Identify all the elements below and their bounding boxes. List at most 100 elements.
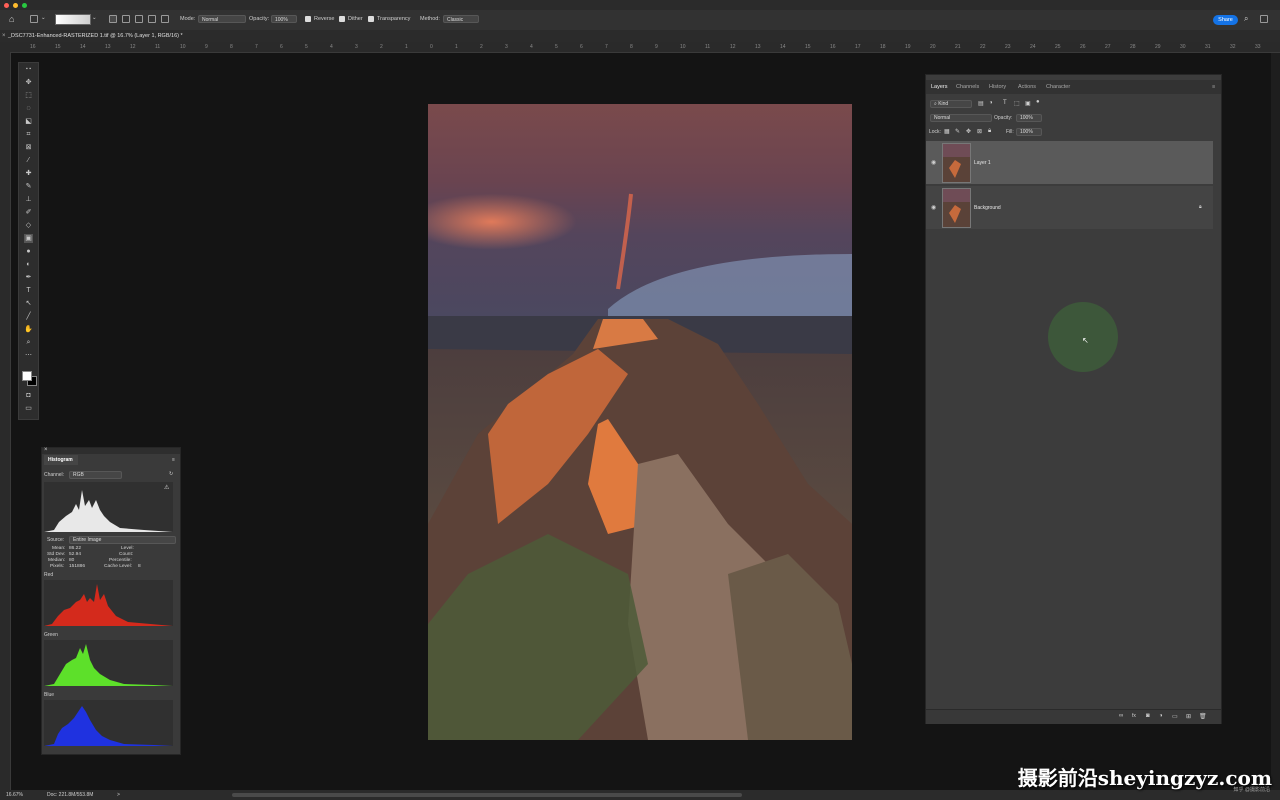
horizontal-scrollbar[interactable]	[232, 793, 742, 797]
lock-artboard-icon[interactable]: ⊠	[977, 128, 982, 135]
clone-stamp-tool-icon[interactable]: ⊥	[24, 195, 33, 204]
gradient-tool-icon[interactable]: ▣	[24, 234, 33, 243]
filter-smart-object-icon[interactable]: ▣	[1025, 100, 1031, 107]
share-button[interactable]: Share	[1213, 15, 1238, 25]
brush-tool-icon[interactable]: ✎	[24, 182, 33, 191]
minimize-window-button[interactable]	[13, 3, 18, 8]
reflected-gradient-icon[interactable]	[148, 15, 156, 23]
angle-gradient-icon[interactable]	[135, 15, 143, 23]
watermark-small: 知乎 @摄影前沿	[1233, 787, 1270, 793]
close-panel-icon[interactable]: ×	[44, 447, 48, 453]
mode-label: Mode:	[180, 16, 196, 22]
type-tool-icon[interactable]: T	[24, 286, 33, 295]
document-image[interactable]	[428, 104, 852, 740]
new-layer-icon[interactable]: ⊞	[1186, 713, 1191, 720]
gradient-tool-preset-icon[interactable]	[30, 15, 38, 23]
foreground-color-swatch[interactable]	[22, 371, 32, 381]
lasso-tool-icon[interactable]: ◌	[24, 104, 33, 113]
eye-icon[interactable]: ◉	[931, 159, 936, 166]
mode-select[interactable]: Normal	[198, 15, 246, 23]
lock-image-pixels-icon[interactable]: ✎	[955, 128, 960, 135]
layer-row-background[interactable]: ◉ Background 🔒︎	[926, 186, 1213, 229]
dither-checkbox[interactable]	[339, 16, 345, 22]
layer-name[interactable]: Layer 1	[974, 160, 991, 166]
gradient-picker[interactable]	[55, 14, 91, 25]
layer-thumbnail	[942, 143, 971, 183]
healing-brush-tool-icon[interactable]: ✚	[24, 169, 33, 178]
dodge-tool-icon[interactable]: ◐	[24, 260, 33, 269]
object-selection-tool-icon[interactable]: ⬕	[24, 117, 33, 126]
screen-mode-icon[interactable]: ▭	[24, 404, 33, 413]
document-tab[interactable]: _DSC7731-Enhanced-RASTERIZED 1.tif @ 16.…	[8, 33, 183, 39]
hand-tool-icon[interactable]: ✋	[24, 325, 33, 334]
status-arrow[interactable]: >	[117, 792, 120, 798]
source-select[interactable]: Entire Image	[69, 536, 176, 544]
chevron-down-icon[interactable]: ⌄	[92, 15, 97, 21]
pen-tool-icon[interactable]: ✒	[24, 273, 33, 282]
tab-actions[interactable]: Actions	[1018, 84, 1036, 90]
filter-kind-select[interactable]: ⌕ Kind	[930, 100, 972, 108]
history-brush-tool-icon[interactable]: ✐	[24, 208, 33, 217]
filter-pixel-icon[interactable]: ▤	[978, 100, 984, 107]
ruler-tick-label: 13	[105, 44, 111, 50]
transparency-checkbox[interactable]	[368, 16, 374, 22]
marquee-tool-icon[interactable]: ⬚	[24, 91, 33, 100]
method-select[interactable]: Classic	[443, 15, 479, 23]
more-tools-icon[interactable]: ⋯	[24, 351, 33, 360]
tab-channels[interactable]: Channels	[956, 84, 979, 90]
opacity-field[interactable]: 100%	[271, 15, 297, 23]
blur-tool-icon[interactable]: ●	[24, 247, 33, 256]
tab-history[interactable]: History	[989, 84, 1006, 90]
search-icon[interactable]: ⌕	[1244, 14, 1248, 24]
add-mask-icon[interactable]: ◙	[1146, 713, 1150, 719]
eye-icon[interactable]: ◉	[931, 204, 936, 211]
new-group-icon[interactable]: ▭	[1172, 713, 1178, 720]
move-tool-icon[interactable]: ✥	[24, 78, 33, 87]
home-icon[interactable]: ⌂	[9, 14, 14, 24]
filter-adjustment-icon[interactable]: ◑	[989, 100, 993, 106]
layer-row-layer-1[interactable]: ◉ Layer 1	[926, 141, 1213, 184]
tab-layers[interactable]: Layers	[931, 84, 948, 90]
refresh-icon[interactable]: ↻	[169, 471, 173, 477]
zoom-tool-icon[interactable]: ⌕	[24, 338, 33, 347]
histogram-green	[44, 640, 173, 686]
warning-icon[interactable]: ⚠	[164, 484, 169, 491]
adjustment-layer-icon[interactable]: ◑	[1159, 713, 1163, 719]
tab-character[interactable]: Character	[1046, 84, 1070, 90]
eyedropper-tool-icon[interactable]: ⁄	[24, 156, 33, 165]
blend-mode-select[interactable]: Normal	[930, 114, 992, 122]
panel-menu-icon[interactable]: ≡	[1212, 84, 1215, 90]
filter-type-icon[interactable]: T	[1003, 100, 1007, 106]
layer-name[interactable]: Background	[974, 205, 1001, 211]
eraser-tool-icon[interactable]: ◇	[24, 221, 33, 230]
layer-style-icon[interactable]: fx	[1132, 713, 1136, 719]
workspace-icon[interactable]	[1260, 15, 1268, 23]
diamond-gradient-icon[interactable]	[161, 15, 169, 23]
median-value: 80	[69, 558, 75, 563]
layer-opacity-field[interactable]: 100%	[1016, 114, 1042, 122]
path-selection-tool-icon[interactable]: ↖	[24, 299, 33, 308]
crop-tool-icon[interactable]: ⌗	[24, 130, 33, 139]
fill-field[interactable]: 100%	[1016, 128, 1042, 136]
channel-select[interactable]: RGB	[69, 471, 122, 479]
quick-mask-icon[interactable]: ◘	[24, 391, 33, 400]
reverse-checkbox[interactable]	[305, 16, 311, 22]
lock-position-icon[interactable]: ✥	[966, 128, 971, 135]
radial-gradient-icon[interactable]	[122, 15, 130, 23]
chevron-down-icon[interactable]: ⌄	[41, 15, 46, 21]
link-layers-icon[interactable]: ∞	[1119, 713, 1123, 719]
panel-menu-icon[interactable]: ≡	[172, 457, 175, 463]
line-tool-icon[interactable]: ╱	[24, 312, 33, 321]
linear-gradient-icon[interactable]	[109, 15, 117, 23]
maximize-window-button[interactable]	[22, 3, 27, 8]
filter-shape-icon[interactable]: ⬚	[1014, 100, 1020, 107]
ruler-tick-label: 26	[1080, 44, 1086, 50]
filter-toggle-icon[interactable]: ●	[1036, 99, 1040, 105]
delete-layer-icon[interactable]: 🗑︎	[1199, 713, 1207, 720]
zoom-level[interactable]: 16.67%	[6, 792, 23, 798]
frame-tool-icon[interactable]: ⊠	[24, 143, 33, 152]
lock-all-icon[interactable]: 🔒︎	[988, 128, 991, 135]
close-window-button[interactable]	[4, 3, 9, 8]
lock-transparent-pixels-icon[interactable]: ▦	[944, 128, 950, 135]
close-document-icon[interactable]: ×	[2, 33, 6, 39]
